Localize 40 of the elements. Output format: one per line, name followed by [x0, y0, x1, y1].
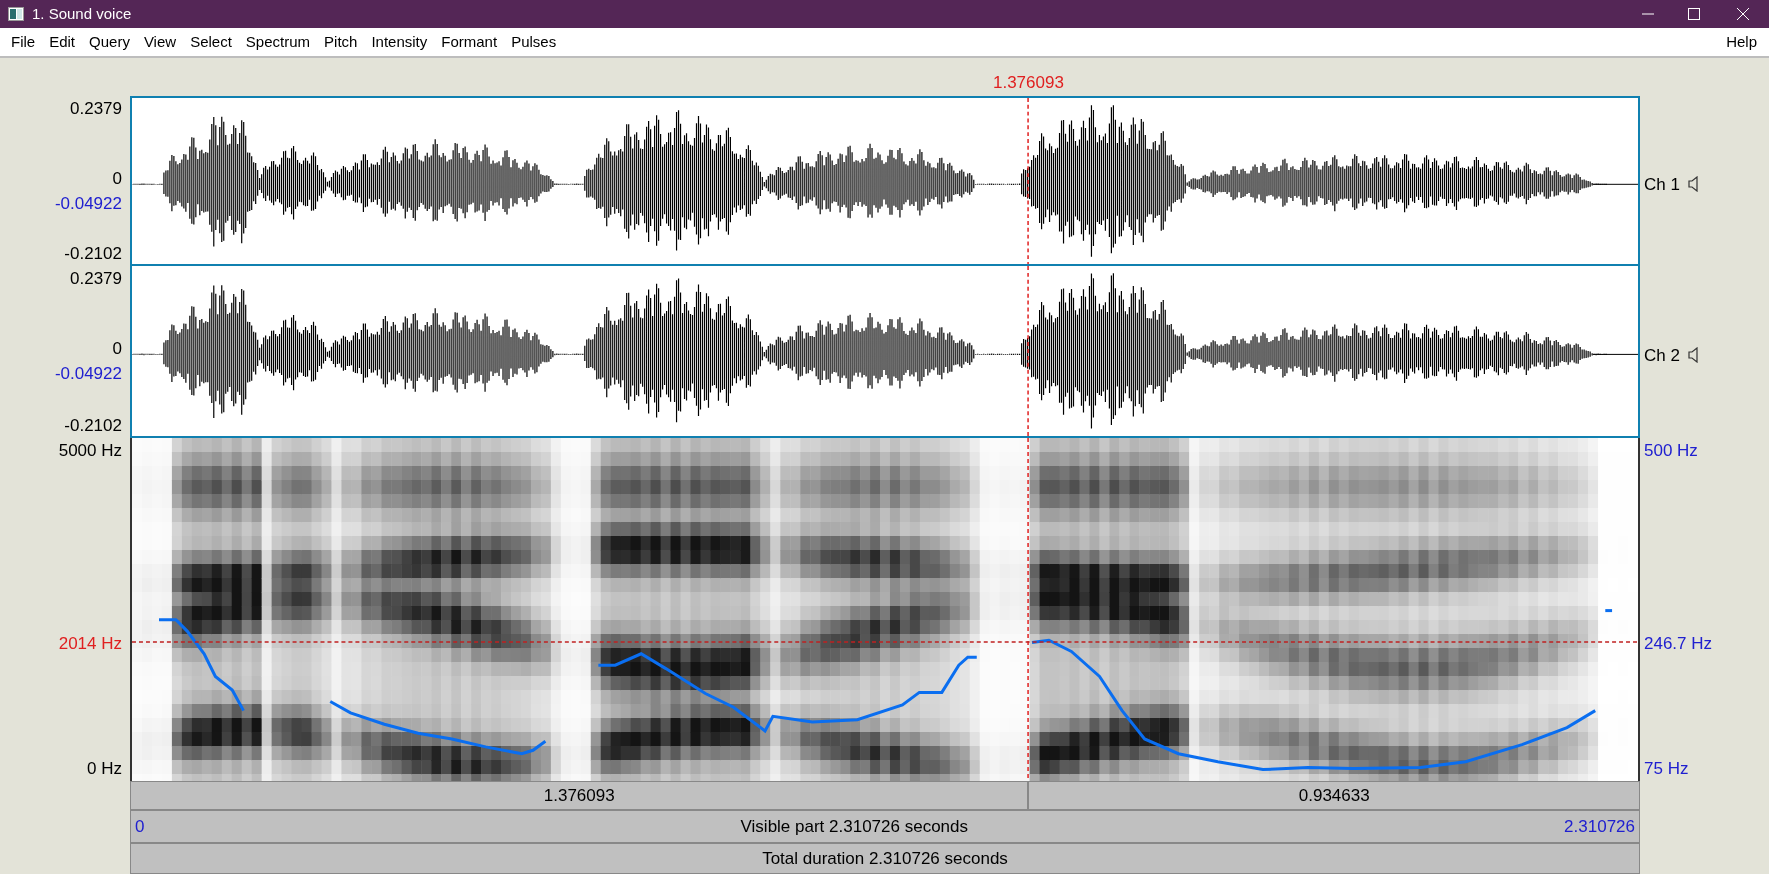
menu-item[interactable]: Query: [82, 30, 137, 54]
axis-label: -0.2102: [64, 414, 122, 437]
axis-label: 2014 Hz: [58, 633, 122, 655]
channel-label: Ch 1: [1644, 173, 1680, 196]
menu-item[interactable]: Select: [183, 30, 239, 54]
menu-item[interactable]: Help: [1718, 30, 1765, 54]
axis-label: 500 Hz: [1644, 440, 1698, 462]
menu-item[interactable]: Pitch: [317, 30, 365, 54]
speaker-icon[interactable]: [1687, 347, 1700, 364]
axis-label: 5000 Hz: [58, 440, 122, 462]
axis-label: -0.2102: [64, 242, 122, 265]
menu-item[interactable]: Edit: [42, 30, 83, 54]
axis-label: 75 Hz: [1644, 757, 1689, 780]
end-time-label: 2.310726: [1564, 815, 1635, 838]
speaker-icon[interactable]: [1687, 176, 1700, 193]
axis-label: 0 Hz: [87, 757, 122, 780]
axis-label: -0.04922: [54, 363, 122, 385]
axis-label: 246.7 Hz: [1644, 633, 1713, 655]
maximize-icon: [1688, 8, 1700, 20]
menu-item[interactable]: Formant: [434, 30, 505, 54]
start-time-label: 0: [135, 815, 145, 838]
axis-label: -0.04922: [54, 193, 122, 215]
visible-part-button[interactable]: Visible part 2.310726 seconds: [144, 813, 1565, 840]
close-icon: [1737, 8, 1749, 20]
axis-label: 0: [112, 338, 122, 360]
axis-label: 0.2379: [70, 268, 122, 290]
cursor-time-label: 1.376093: [993, 71, 1064, 94]
menu-item[interactable]: Spectrum: [238, 30, 318, 54]
time-segment-bar[interactable]: 0.934633: [1028, 781, 1640, 810]
time-segment-bar[interactable]: 1.376093: [130, 781, 1029, 810]
menu-item[interactable]: File: [4, 30, 43, 54]
axis-label: 0.2379: [70, 98, 122, 120]
channel-label: Ch 2: [1644, 344, 1680, 367]
window-title: 1. Sound voice: [32, 3, 132, 24]
menu-item[interactable]: Pulses: [504, 30, 564, 54]
axis-label: 0: [112, 168, 122, 190]
app-icon: [8, 7, 24, 21]
menu-item[interactable]: View: [136, 30, 184, 54]
menu-item[interactable]: Intensity: [364, 30, 435, 54]
total-duration-bar[interactable]: Total duration 2.310726 seconds: [130, 843, 1640, 874]
